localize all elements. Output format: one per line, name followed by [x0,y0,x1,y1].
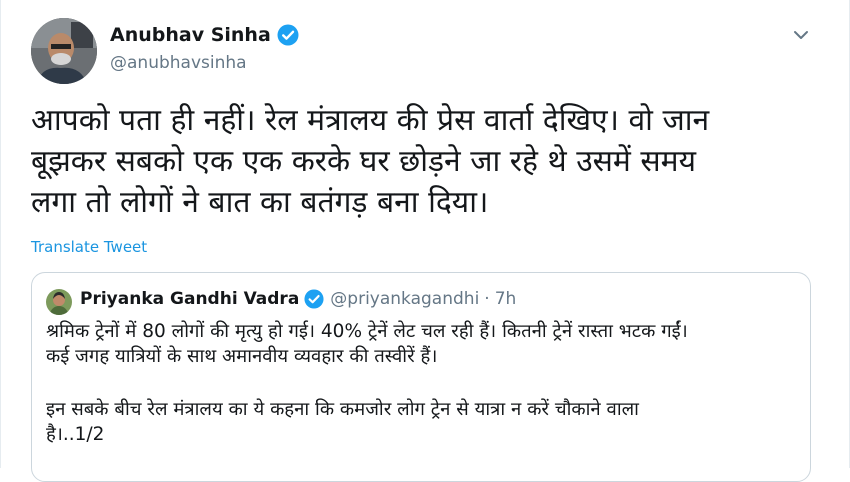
quoted-author-handle: @priyankagandhi [330,289,480,309]
quoted-timestamp: 7h [494,289,517,309]
separator-dot: · [484,289,490,309]
quoted-text: श्रमिक ट्रेनों में 80 लोगों की मृत्यु हो… [46,319,806,447]
tweet-text: आपको पता ही नहीं। रेल मंत्रालय की प्रेस … [31,100,811,223]
quoted-author-name: Priyanka Gandhi Vadra [80,289,300,309]
tweet-text-line: आपको पता ही नहीं। रेल मंत्रालय की प्रेस … [31,103,710,138]
translate-tweet-link[interactable]: Translate Tweet [31,238,147,256]
tweet-card: Anubhav Sinha @anubhavsinha आपको पता ही … [0,0,850,482]
quoted-tweet[interactable]: Priyanka Gandhi Vadra @priyankagandhi · … [31,272,811,482]
quoted-text-line: इन सबके बीच रेल मंत्रालय का ये कहना कि क… [46,399,639,420]
quoted-text-line: श्रमिक ट्रेनों में 80 लोगों की मृत्यु हो… [46,321,688,342]
quoted-text-line: कई जगह यात्रियों के साथ अमानवीय व्यवहार … [46,346,438,367]
quoted-text-line: है।..1/2 [46,424,105,445]
tweet-text-line: बूझकर सबको एक एक करके घर छोड़ने जा रहे थ… [31,144,697,179]
author-handle[interactable]: @anubhavsinha [110,53,247,73]
verified-badge-icon [277,24,299,46]
verified-badge-icon [304,289,324,309]
author-avatar[interactable] [31,18,97,84]
chevron-down-icon[interactable] [790,24,812,46]
quoted-author-avatar [46,289,72,315]
quoted-header: Priyanka Gandhi Vadra @priyankagandhi · … [80,289,516,309]
author-name[interactable]: Anubhav Sinha [110,24,271,46]
author-name-row[interactable]: Anubhav Sinha [110,24,299,46]
tweet-text-line: लगा तो लोगों ने बात का बतंगड़ बना दिया। [31,185,489,220]
